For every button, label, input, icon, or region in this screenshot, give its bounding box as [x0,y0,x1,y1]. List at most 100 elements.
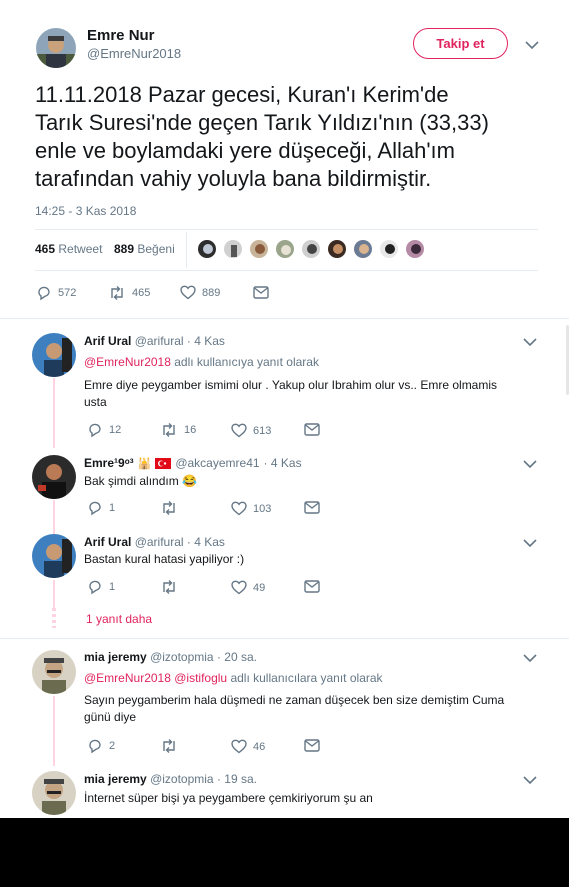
reply-header: Arif Ural @arifural · 4 Kas [84,334,225,348]
author-name[interactable]: Emre Nur [87,27,155,44]
reply-to-handle[interactable]: @istifoglu [174,671,227,685]
reply-text: Bastan kural hatasi yapiliyor :) [84,551,244,568]
like-stat-label: Beğeni [137,242,175,256]
reply-author-name[interactable]: Emre¹9ᵒ³ [84,456,134,470]
liker-avatar[interactable] [249,239,269,259]
divider [35,270,538,271]
retweet-action[interactable] [160,738,184,754]
retweet-stat[interactable]: 465 Retweet [35,242,102,256]
liker-avatar[interactable] [405,239,425,259]
reply-avatar[interactable] [32,771,76,815]
direct-message-action[interactable] [253,286,275,299]
reply-action[interactable]: 12 [87,422,121,438]
retweet-count: 465 [132,287,151,299]
reply-avatar[interactable] [32,534,76,578]
reply-author-handle[interactable]: @izotopmia [150,650,214,664]
stats-separator [186,232,187,268]
reply-count: 1 [109,502,116,514]
direct-message-action[interactable] [304,580,326,593]
reply-time[interactable]: · 4 Kas [187,535,225,549]
direct-message-action[interactable] [304,423,326,436]
chevron-down-icon[interactable] [523,338,537,347]
reply-avatar[interactable] [32,333,76,377]
heart-icon [180,285,196,300]
retweet-icon [163,739,175,753]
liker-avatar[interactable] [327,239,347,259]
reply-to-text: adlı kullanıcıya yanıt olarak [174,355,319,369]
like-stat[interactable]: 889 Beğeni [114,242,175,256]
chevron-down-icon[interactable] [523,539,537,548]
like-action[interactable]: 613 [231,423,271,438]
chevron-down-icon[interactable] [523,776,537,785]
liker-avatar[interactable] [353,239,373,259]
retweet-action[interactable]: 16 [160,422,196,438]
like-action[interactable]: 103 [231,501,271,516]
reply-context: @EmreNur2018 @istifoglu adlı kullanıcıla… [84,671,383,685]
author-handle[interactable]: @EmreNur2018 [87,46,181,61]
reply-time[interactable]: · 4 Kas [187,334,225,348]
reply-text-line: günü diye [84,710,137,724]
reply-author-name[interactable]: mia jeremy [84,650,147,664]
reply-author-handle[interactable]: @arifural [135,535,184,549]
liker-avatar[interactable] [223,239,243,259]
like-action[interactable]: 46 [231,739,265,754]
reply-text: Emre diye peygamber ismimi olur . Yakup … [84,377,544,411]
tweet-text-line: 11.11.2018 Pazar gecesi, Kuran'ı Kerim'd… [35,82,449,107]
mail-icon [304,739,320,752]
reply-count: 1 [109,581,116,593]
like-stat-count: 889 [114,242,135,256]
reply-author-handle[interactable]: @arifural [135,334,184,348]
heart-icon [231,501,247,516]
reply-author-handle[interactable]: @izotopmia [150,772,214,786]
show-more-replies-link[interactable]: 1 yanıt daha [86,612,152,626]
liker-avatar[interactable] [275,239,295,259]
follow-button[interactable]: Takip et [413,28,508,59]
retweet-stat-count: 465 [35,242,56,256]
reply-count: 2 [109,740,116,752]
divider [35,229,538,230]
reply-avatar[interactable] [32,455,76,499]
like-action[interactable]: 49 [231,580,265,595]
reply-author-name[interactable]: mia jeremy [84,772,147,786]
reply-action[interactable]: 2 [87,738,115,754]
reply-time[interactable]: · 4 Kas [264,456,302,470]
reply-icon [89,423,101,438]
reply-time[interactable]: · 20 sa. [217,650,257,664]
reply-author-name[interactable]: Arif Ural [84,334,131,348]
reply-to-text: adlı kullanıcılara yanıt olarak [230,671,383,685]
direct-message-action[interactable] [304,501,326,514]
retweet-action[interactable] [160,500,184,516]
reply-action[interactable]: 572 [36,285,76,301]
reply-author-name[interactable]: Arif Ural [84,535,131,549]
tweet-text-line: tarafından vahiy yoluyla bana bildirmişt… [35,166,432,191]
like-count: 103 [253,502,272,515]
reply-author-handle[interactable]: @akcayemre41 [175,456,259,470]
tweet-timestamp[interactable]: 14:25 - 3 Kas 2018 [35,204,136,218]
mail-icon [304,423,320,436]
reply-author-name-suffix: ¹9ᵒ³ [114,456,134,470]
reply-to-handle[interactable]: @EmreNur2018 [84,671,171,685]
reply-action[interactable]: 1 [87,500,115,516]
reply-time[interactable]: · 19 sa. [217,772,257,786]
liker-avatar[interactable] [197,239,217,259]
author-avatar[interactable] [36,28,76,68]
retweet-action[interactable]: 465 [108,285,150,301]
like-action[interactable]: 889 [180,285,220,300]
chevron-down-icon[interactable] [523,460,537,469]
reply-action[interactable]: 1 [87,579,115,595]
reply-avatar[interactable] [32,650,76,694]
heart-icon [231,423,247,438]
chevron-down-icon[interactable] [523,654,537,663]
direct-message-action[interactable] [304,739,326,752]
reply-context: @EmreNur2018 adlı kullanıcıya yanıt olar… [84,355,319,369]
thread-line [53,500,55,534]
reply-header: mia jeremy @izotopmia · 20 sa. [84,650,257,664]
reply-to-handle[interactable]: @EmreNur2018 [84,355,171,369]
liker-avatar[interactable] [301,239,321,259]
liker-avatar[interactable] [379,239,399,259]
chevron-down-icon[interactable] [525,41,539,50]
flag-icon [155,457,172,469]
reply-header: Arif Ural @arifural · 4 Kas [84,535,225,549]
retweet-action[interactable] [160,579,184,595]
retweet-icon [111,286,123,300]
